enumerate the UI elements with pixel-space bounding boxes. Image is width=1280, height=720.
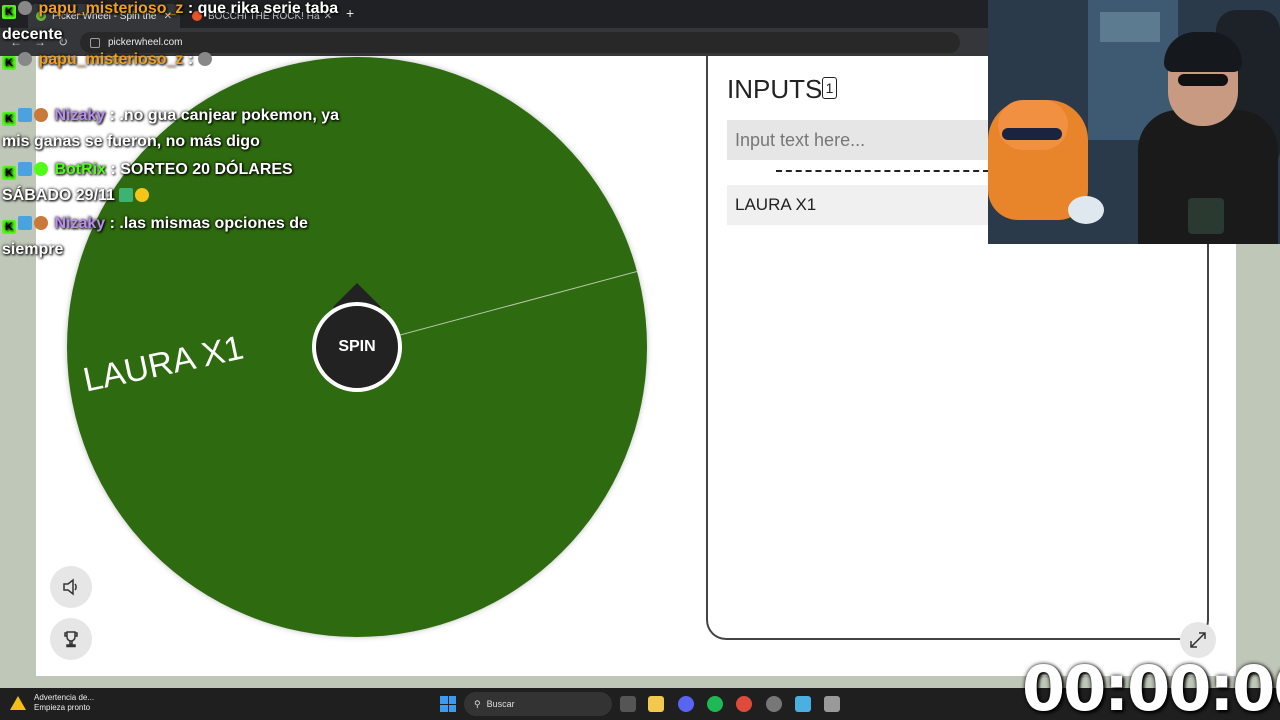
kick-badge-icon: K	[2, 112, 16, 126]
phone-shape	[1188, 198, 1224, 234]
expand-icon	[1190, 632, 1206, 648]
subscriber-badge-icon	[18, 162, 32, 176]
new-tab-button[interactable]: +	[346, 5, 354, 21]
plush-head-shape	[998, 100, 1068, 150]
chat-username: papu_misterioso_z	[38, 51, 184, 68]
warning-icon	[10, 696, 26, 710]
results-button[interactable]	[50, 618, 92, 660]
taskbar-search[interactable]: ⚲ Buscar	[464, 692, 612, 716]
streamer-sunglasses-shape	[1178, 74, 1228, 86]
chat-username: BotRix	[54, 161, 107, 178]
kick-badge-icon: K	[2, 166, 16, 180]
spotify-icon[interactable]	[707, 696, 723, 712]
kick-badge-icon: K	[2, 5, 16, 19]
spin-button[interactable]: SPIN	[312, 302, 402, 392]
trophy-icon	[64, 631, 78, 648]
subscriber-badge-icon	[18, 216, 32, 230]
emote-icon	[197, 52, 212, 66]
inputs-count-badge: 1	[822, 77, 837, 99]
chat-username: Nizaky	[54, 107, 106, 124]
user-badge-icon	[18, 52, 32, 66]
chat-message: K papu_misterioso_z : que rika serie tab…	[2, 0, 347, 48]
subscriber-badge-icon	[18, 108, 32, 122]
kick-badge-icon: K	[2, 56, 16, 70]
file-explorer-icon[interactable]	[648, 696, 664, 712]
stream-timer: 00:00:00	[1022, 652, 1280, 720]
user-badge-icon	[34, 108, 48, 122]
user-badge-icon	[18, 1, 32, 15]
inputs-title: INPUTS	[727, 74, 823, 104]
search-label: Buscar	[486, 699, 515, 709]
chat-message: K BotRix : SORTEO 20 DÓLARES SÁBADO 29/1…	[2, 157, 347, 209]
notepad-icon[interactable]	[795, 696, 811, 712]
chrome-icon[interactable]	[736, 696, 752, 712]
dashed-separator	[776, 170, 989, 172]
obs-icon[interactable]	[766, 696, 782, 712]
calculator-icon[interactable]	[824, 696, 840, 712]
chat-text: : .no gua canjear pokemon, ya mis ganas …	[2, 107, 339, 150]
chat-username: papu_misterioso_z	[38, 0, 184, 17]
computer-mouse-shape	[1068, 196, 1104, 224]
task-view-icon[interactable]	[620, 696, 636, 712]
speaker-icon	[63, 578, 77, 596]
money-face-emoji-icon	[135, 188, 150, 202]
money-emoji-icon	[119, 188, 134, 202]
sound-toggle-button[interactable]	[50, 566, 92, 608]
chat-text: :	[187, 51, 194, 68]
warning-title: Advertencia de...	[34, 693, 95, 702]
streamer-hair-shape	[1164, 32, 1242, 72]
chat-message: K papu_misterioso_z :	[2, 47, 347, 73]
discord-icon[interactable]	[678, 696, 694, 712]
user-badge-icon	[34, 216, 48, 230]
kick-badge-icon: K	[2, 220, 16, 234]
weather-warning-widget[interactable]: Advertencia de... Empieza pronto	[10, 693, 94, 713]
input-entry-row[interactable]: LAURA X1	[727, 185, 989, 225]
chat-username: Nizaky	[54, 215, 106, 232]
chat-message: K Nizaky : .las mismas opciones de siemp…	[2, 211, 347, 263]
webcam-overlay	[988, 0, 1280, 244]
shelf-item-shape	[1100, 12, 1160, 42]
bot-badge-icon	[34, 162, 48, 176]
search-icon: ⚲	[474, 698, 481, 709]
chat-message: K Nizaky : .no gua canjear pokemon, ya m…	[2, 103, 347, 155]
input-text-field[interactable]	[727, 120, 989, 160]
windows-start-icon[interactable]	[440, 696, 456, 712]
warning-subtitle: Empieza pronto	[34, 703, 91, 712]
plush-sunglasses-shape	[1002, 128, 1062, 140]
